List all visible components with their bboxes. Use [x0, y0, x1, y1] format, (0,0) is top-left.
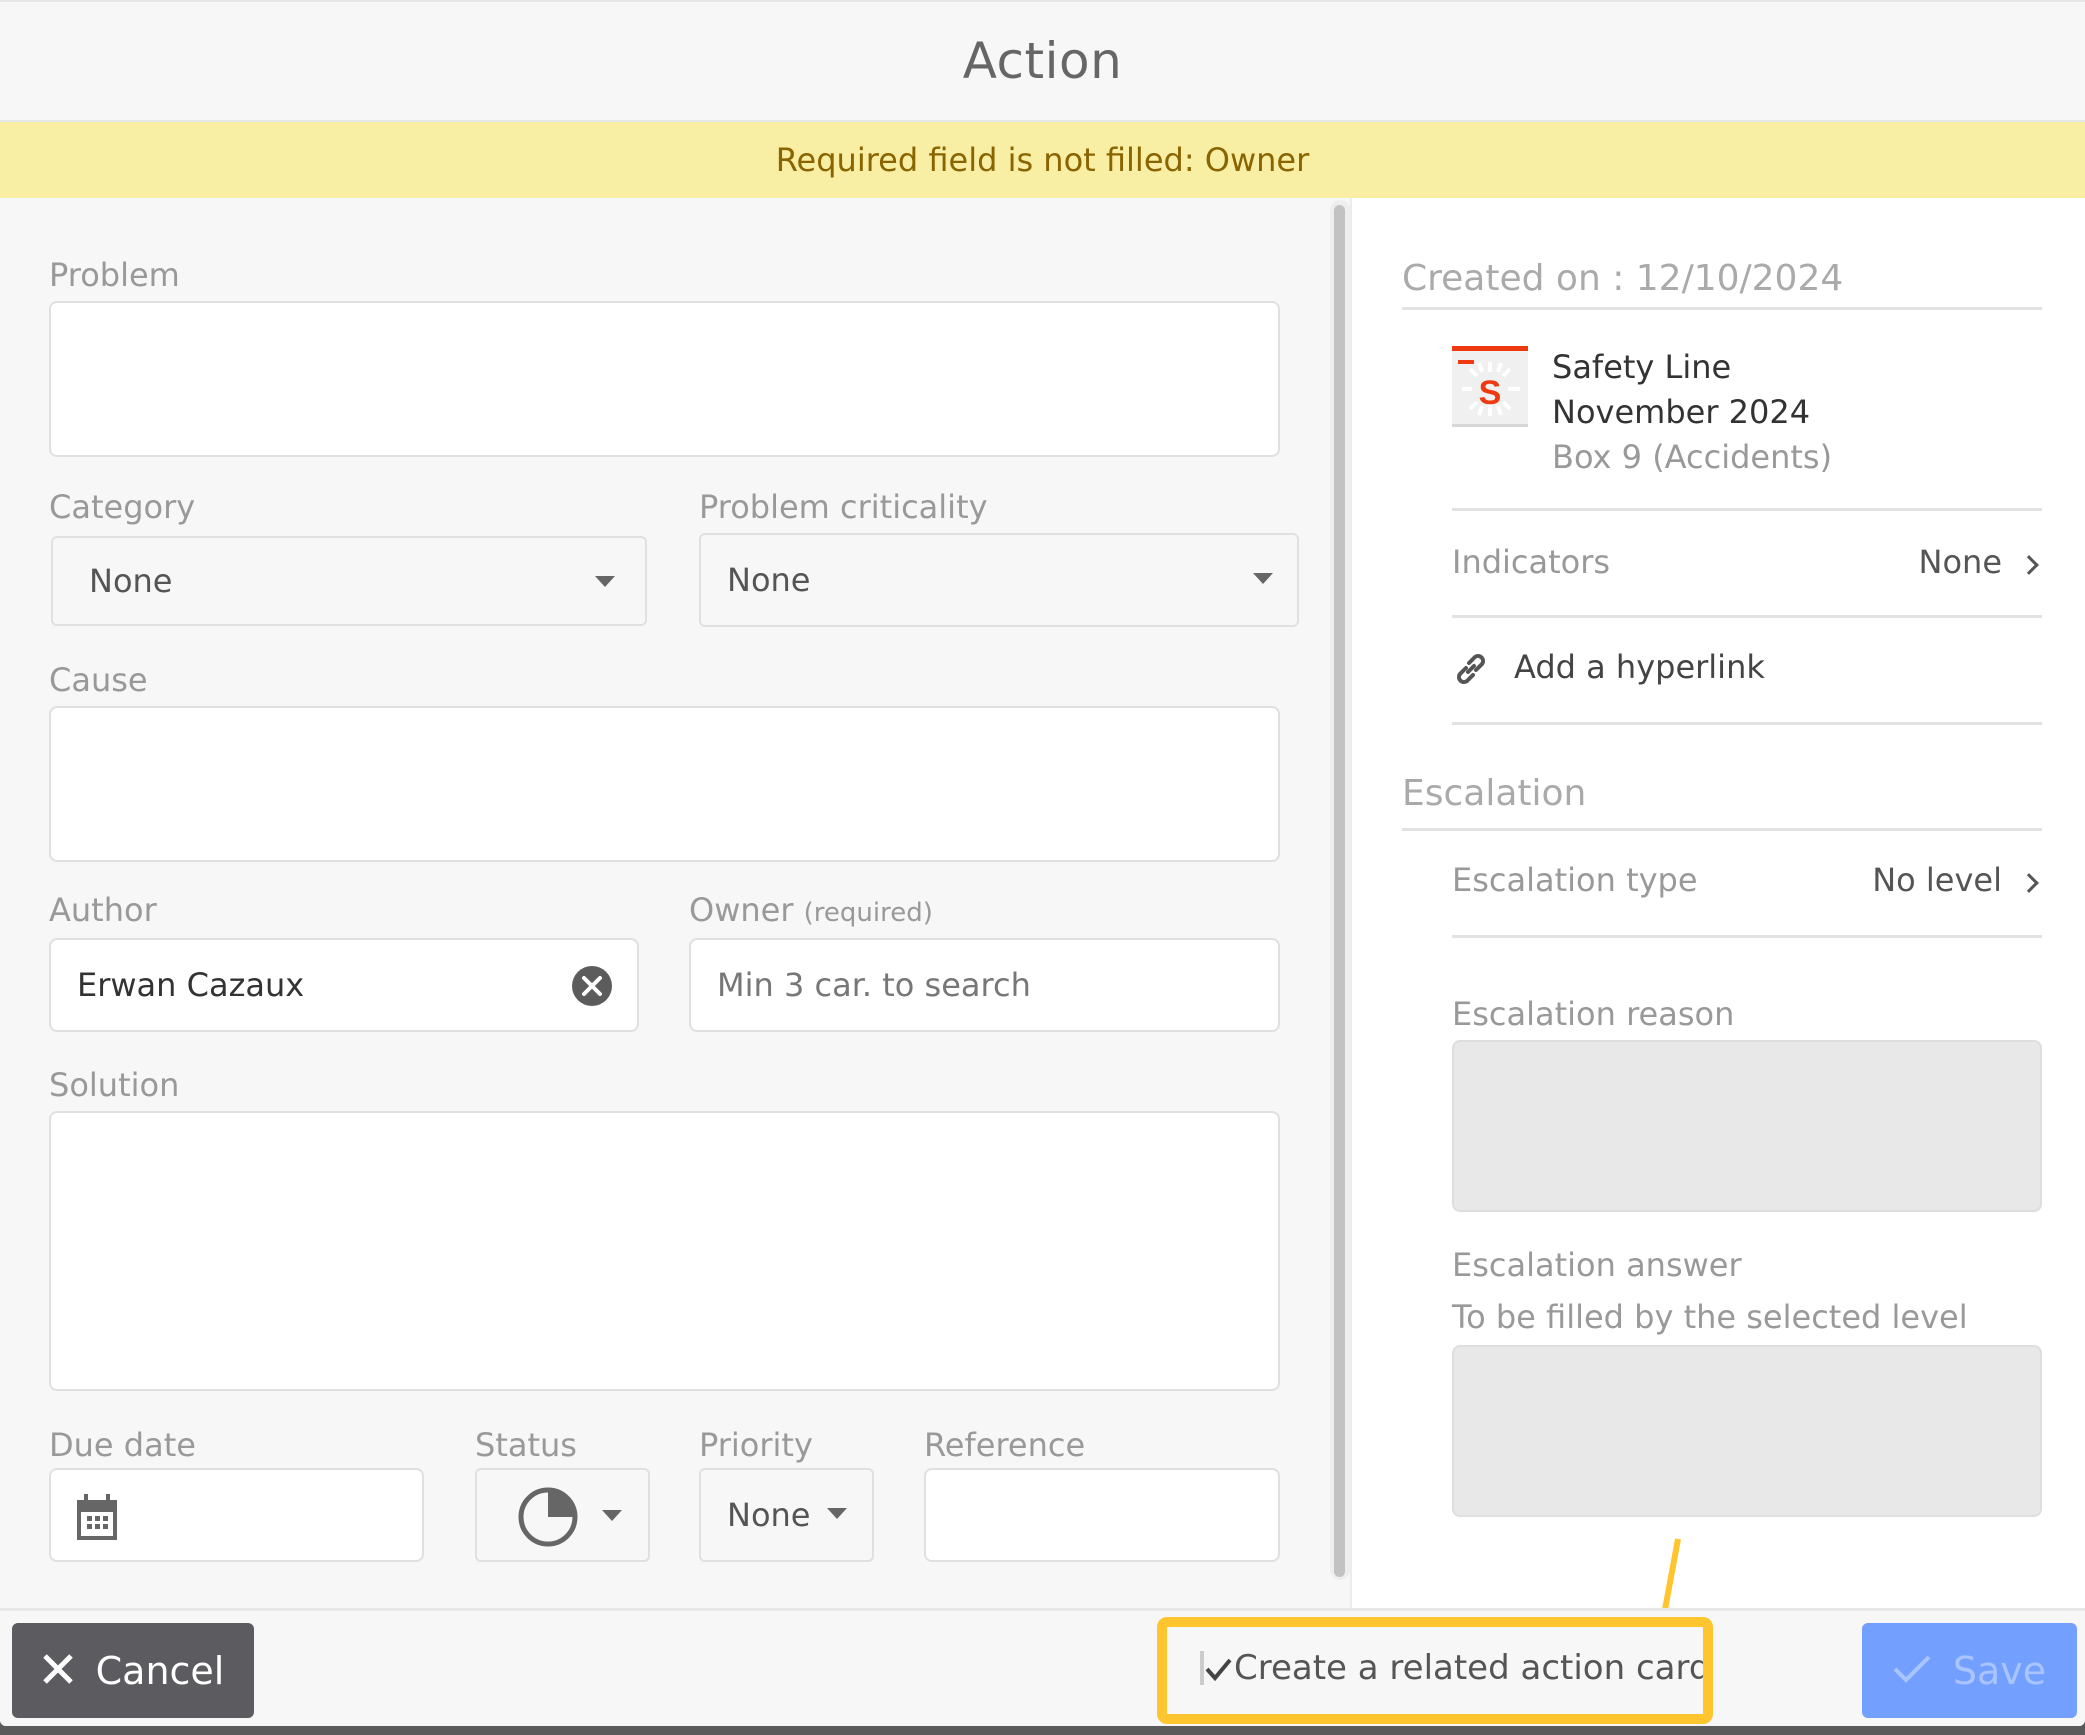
escalation-type-label: Escalation type	[1452, 861, 1698, 899]
link-icon	[1452, 650, 1490, 692]
warning-text: Required field is not filled: Owner	[775, 141, 1310, 179]
escalation-reason-label: Escalation reason	[1452, 995, 1735, 1033]
caret-down-icon	[602, 1510, 622, 1521]
escalation-answer-hint: To be filled by the selected level	[1452, 1298, 1968, 1336]
indicators-label: Indicators	[1452, 543, 1611, 581]
created-on-text: Created on : 12/10/2024	[1402, 258, 1844, 299]
solution-textarea[interactable]	[49, 1111, 1280, 1391]
due-date-label: Due date	[49, 1426, 196, 1464]
criticality-value: None	[727, 561, 811, 599]
owner-label: Owner (required)	[689, 891, 933, 929]
priority-select[interactable]: None	[699, 1468, 874, 1562]
source-title: Safety Line	[1552, 348, 1732, 386]
indicators-row[interactable]: Indicators None	[1452, 528, 2042, 608]
category-value: None	[89, 562, 173, 600]
check-icon	[1893, 1654, 1931, 1688]
details-panel: Created on : 12/10/2024 S Safety Line No…	[1352, 198, 2085, 1681]
save-label: Save	[1952, 1648, 2047, 1693]
checkmark-icon	[1205, 1658, 1232, 1682]
owner-placeholder: Min 3 car. to search	[717, 966, 1031, 1004]
dialog-title: Action	[962, 32, 1123, 90]
reference-label: Reference	[924, 1426, 1086, 1464]
divider	[1452, 722, 2042, 725]
escalation-answer-textarea	[1452, 1345, 2042, 1517]
owner-label-text: Owner	[689, 891, 794, 929]
add-hyperlink-button[interactable]: Add a hyperlink	[1452, 638, 2042, 708]
priority-value: None	[727, 1496, 811, 1534]
status-label: Status	[475, 1426, 577, 1464]
caret-down-icon	[827, 1508, 847, 1519]
calendar-icon[interactable]	[76, 1494, 118, 1544]
escalation-type-row[interactable]: Escalation type No level	[1452, 848, 2042, 928]
caret-down-icon	[1253, 573, 1273, 584]
escalation-type-value: No level	[1872, 861, 2002, 899]
author-field[interactable]: Erwan Cazaux	[49, 938, 639, 1032]
escalation-reason-textarea	[1452, 1040, 2042, 1212]
dialog-header: Action	[0, 0, 2085, 122]
criticality-select[interactable]: None	[699, 533, 1299, 627]
related-card-checkbox[interactable]	[1200, 1651, 1232, 1685]
chevron-right-icon	[2019, 873, 2039, 893]
author-value: Erwan Cazaux	[77, 966, 305, 1004]
escalation-heading: Escalation	[1402, 773, 1587, 814]
safety-line-logo-icon: S	[1452, 346, 1528, 432]
create-related-card-option[interactable]: Create a related action card	[1160, 1617, 1710, 1719]
form-panel: Problem Category None Problem criticalit…	[0, 198, 1350, 1608]
priority-label: Priority	[699, 1426, 813, 1464]
logo-letter: S	[1479, 374, 1502, 412]
divider	[1452, 615, 2042, 618]
indicators-value: None	[1918, 543, 2002, 581]
divider	[1452, 935, 2042, 938]
cancel-button[interactable]: Cancel	[12, 1623, 254, 1718]
cause-textarea[interactable]	[49, 706, 1280, 862]
owner-search-input[interactable]: Min 3 car. to search	[689, 938, 1280, 1032]
source-period: November 2024	[1552, 393, 1811, 431]
status-select[interactable]	[475, 1468, 650, 1562]
category-select[interactable]: None	[51, 536, 647, 626]
author-label: Author	[49, 891, 157, 929]
cause-label: Cause	[49, 661, 148, 699]
chevron-right-icon	[2019, 555, 2039, 575]
required-field-warning: Required field is not filled: Owner	[0, 122, 2085, 198]
caret-down-icon	[595, 576, 615, 587]
action-dialog: Action Required field is not filled: Own…	[0, 0, 2085, 1726]
divider	[1402, 828, 2042, 831]
criticality-label: Problem criticality	[699, 488, 988, 526]
pie-quarter-icon	[517, 1486, 579, 1552]
divider	[1402, 307, 2042, 310]
divider	[1452, 508, 2042, 511]
close-icon	[42, 1653, 74, 1689]
clear-circle-icon[interactable]	[572, 966, 612, 1006]
related-card-label: Create a related action card	[1234, 1648, 1711, 1688]
cancel-label: Cancel	[95, 1648, 225, 1693]
save-button[interactable]: Save	[1862, 1623, 2077, 1718]
reference-input[interactable]	[924, 1468, 1280, 1562]
problem-textarea[interactable]	[49, 301, 1280, 457]
escalation-answer-label: Escalation answer	[1452, 1246, 1742, 1284]
category-label: Category	[49, 488, 196, 526]
problem-label: Problem	[49, 256, 180, 294]
add-hyperlink-label: Add a hyperlink	[1514, 648, 1765, 686]
source-box: Box 9 (Accidents)	[1552, 438, 1833, 476]
form-scrollbar-thumb[interactable]	[1334, 205, 1345, 1577]
solution-label: Solution	[49, 1066, 180, 1104]
due-date-input[interactable]	[49, 1468, 424, 1562]
dialog-footer: Cancel Create a related action card Save	[0, 1608, 2085, 1726]
owner-required-note: (required)	[803, 898, 933, 928]
